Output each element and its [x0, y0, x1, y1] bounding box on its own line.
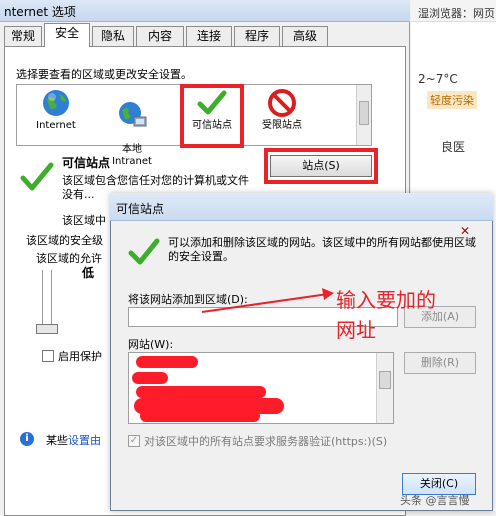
security-level-value: 低	[82, 266, 95, 280]
dialog-titlebar: 可信站点	[110, 193, 493, 221]
require-https-checkbox[interactable]: ✓	[128, 435, 140, 447]
highlight-sites-button	[264, 148, 378, 184]
redacted-site-entry	[136, 386, 266, 398]
dialog-check-icon	[128, 238, 160, 265]
tab-privacy[interactable]: 隐私	[92, 26, 134, 46]
tab-programs[interactable]: 程序	[234, 26, 280, 46]
highlight-trusted-zone	[180, 84, 244, 148]
zone-description-2: 该区域中	[62, 214, 106, 227]
annotation-text: 输入要加的 网址	[336, 285, 486, 345]
protected-mode-label: 启用保护	[58, 350, 102, 363]
zone-intranet-label: 本地 Intranet	[112, 144, 152, 167]
dialog-description: 可以添加和删除该区域的网站。该区域中的所有网站都使用区域的安全设置。	[168, 236, 476, 263]
zone-restricted-sites[interactable]: 受限站点	[244, 88, 320, 132]
intranet-globe-icon	[119, 102, 147, 127]
annotation-line-2: 网址	[336, 318, 376, 342]
zone-restricted-label: 受限站点	[262, 120, 302, 131]
dialog-title: 可信站点	[116, 202, 165, 216]
tab-security[interactable]: 安全	[44, 23, 90, 47]
remove-button[interactable]: 删除(R)	[404, 352, 476, 374]
tab-content[interactable]: 内容	[136, 26, 184, 46]
info-text: 某些设置由	[46, 432, 101, 448]
air-quality-badge: 轻度污染	[427, 91, 477, 109]
page-text-fragment: 良医	[441, 140, 466, 154]
annotation-arrow-icon	[201, 288, 334, 313]
security-instruction: 选择要查看的区域或更改安全设置。	[16, 68, 192, 81]
info-prefix: 某些	[46, 434, 68, 447]
window-titlebar: nternet 选项	[0, 0, 410, 22]
prohibited-icon	[268, 89, 296, 117]
zone-internet[interactable]: Internet	[18, 88, 94, 132]
annotation-line-1: 输入要加的	[336, 288, 436, 312]
trusted-check-icon	[20, 162, 54, 191]
info-icon: i	[20, 432, 34, 446]
window-title: nternet 选项	[4, 5, 76, 19]
zone-internet-label: Internet	[36, 120, 76, 131]
redacted-site-entry	[136, 356, 198, 368]
weather-temp: 2~7°C	[418, 72, 458, 86]
browser-tab-title: 湿浏览器：网页	[418, 7, 495, 20]
watermark: 头条 @言言慢	[400, 494, 470, 507]
tab-connections[interactable]: 连接	[186, 26, 232, 46]
security-level-slider[interactable]	[36, 324, 58, 334]
sites-list-scrollbar[interactable]	[376, 353, 393, 423]
security-level-label: 该区域的安全级	[26, 234, 103, 247]
require-https-label: 对该区域中的所有站点要求服务器验证(https:)(S)	[144, 435, 388, 448]
zone-title: 可信站点	[62, 156, 111, 170]
tab-advanced[interactable]: 高级	[282, 26, 328, 46]
info-link[interactable]: 设置由	[68, 434, 101, 447]
protected-mode-checkbox[interactable]	[42, 350, 54, 362]
redacted-site-entry	[132, 372, 168, 384]
redacted-site-entry	[140, 410, 260, 422]
sites-list-label: 网站(W):	[128, 338, 174, 351]
zone-list-scrollbar[interactable]	[356, 85, 371, 145]
tab-general[interactable]: 常规	[4, 26, 42, 46]
globe-icon	[43, 90, 69, 116]
